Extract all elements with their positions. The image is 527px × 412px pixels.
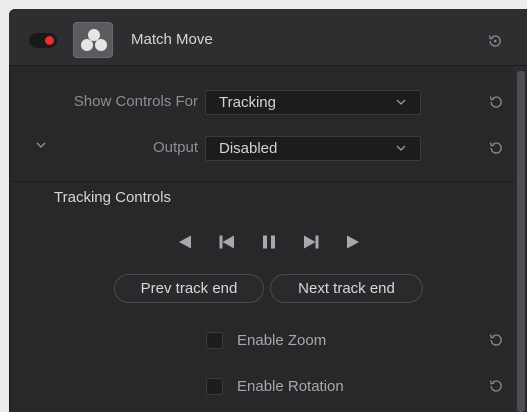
enable-zoom-label: Enable Zoom bbox=[237, 332, 327, 349]
reset-effect-icon[interactable] bbox=[487, 33, 503, 49]
reset-enable-rotation-icon[interactable] bbox=[488, 378, 504, 394]
output-value: Disabled bbox=[219, 140, 278, 157]
tracking-controls-title: Tracking Controls bbox=[54, 189, 171, 206]
match-move-panel: Match Move Show Controls For Tracking Ou… bbox=[9, 9, 527, 412]
track-forward-icon[interactable] bbox=[345, 234, 361, 250]
show-controls-for-dropdown[interactable]: Tracking bbox=[205, 90, 421, 115]
show-controls-for-value: Tracking bbox=[219, 94, 276, 111]
output-label: Output bbox=[152, 139, 198, 156]
toggle-indicator bbox=[45, 36, 54, 45]
next-track-end-button[interactable]: Next track end bbox=[270, 274, 423, 303]
step-forward-icon[interactable] bbox=[302, 234, 320, 250]
chevron-down-icon bbox=[36, 142, 46, 148]
enable-zoom-checkbox[interactable] bbox=[206, 332, 223, 349]
chevron-down-icon bbox=[396, 145, 406, 151]
panel-header: Match Move bbox=[9, 9, 527, 66]
show-controls-for-label: Show Controls For bbox=[73, 93, 198, 110]
reset-output-icon[interactable] bbox=[488, 140, 504, 156]
reset-enable-zoom-icon[interactable] bbox=[488, 332, 504, 348]
chevron-down-icon bbox=[396, 99, 406, 105]
scrollbar-thumb[interactable] bbox=[517, 71, 525, 412]
output-dropdown[interactable]: Disabled bbox=[205, 136, 421, 161]
enable-rotation-label: Enable Rotation bbox=[237, 378, 344, 395]
enable-rotation-checkbox[interactable] bbox=[206, 378, 223, 395]
panel-body: Show Controls For Tracking Output Disabl… bbox=[9, 66, 513, 412]
prev-track-end-button[interactable]: Prev track end bbox=[114, 274, 264, 303]
pause-icon[interactable] bbox=[261, 234, 277, 250]
effect-title: Match Move bbox=[131, 31, 213, 48]
reset-show-controls-icon[interactable] bbox=[488, 94, 504, 110]
section-divider bbox=[10, 181, 513, 182]
step-backward-icon[interactable] bbox=[218, 234, 236, 250]
davinci-resolve-fx-icon bbox=[73, 22, 113, 58]
track-backward-icon[interactable] bbox=[177, 234, 193, 250]
effect-enable-toggle[interactable] bbox=[29, 33, 57, 48]
